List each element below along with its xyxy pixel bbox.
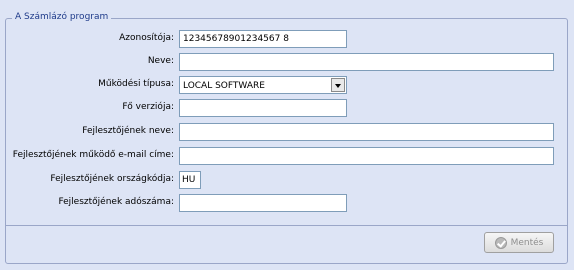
chevron-down-icon[interactable] [331,78,345,92]
mode-select-value: LOCAL SOFTWARE [183,81,265,91]
row-id: Azonosítója: 12345678901234567 8 [0,30,574,48]
software-form-panel: A Számlázó program Azonosítója: 12345678… [0,0,574,270]
mode-select[interactable]: LOCAL SOFTWARE [179,76,347,94]
dev-name-field[interactable] [179,123,554,141]
row-mode: Működési típusa: LOCAL SOFTWARE [0,76,574,94]
row-name: Neve: [0,53,574,71]
id-label: Azonosítója: [119,33,174,43]
row-dev-country: Fejlesztőjének országkódja: HU [0,171,574,189]
version-label: Fő verziója: [122,102,174,112]
mode-label: Működési típusa: [98,79,174,89]
row-dev-name: Fejlesztőjének neve: [0,123,574,141]
dev-name-label: Fejlesztőjének neve: [82,126,174,136]
group-title: A Számlázó program [12,11,112,23]
check-icon [494,236,507,249]
dev-tax-label: Fejlesztőjének adószáma: [58,197,174,207]
dev-email-label: Fejlesztőjének működő e-mail címe: [12,150,174,160]
version-field[interactable] [179,99,347,117]
dev-tax-field[interactable] [179,194,347,212]
row-version: Fő verziója: [0,99,574,117]
save-button[interactable]: Mentés [484,232,554,253]
row-dev-email: Fejlesztőjének működő e-mail címe: [0,147,574,165]
footer-separator [6,225,567,226]
row-dev-tax: Fejlesztőjének adószáma: [0,194,574,212]
dev-country-label: Fejlesztőjének országkódja: [50,174,174,184]
id-field[interactable]: 12345678901234567 8 [179,30,347,48]
dev-country-field[interactable]: HU [179,171,201,189]
save-button-label: Mentés [510,237,544,248]
name-field[interactable] [179,53,554,71]
dev-email-field[interactable] [179,147,554,165]
name-label: Neve: [147,56,174,66]
